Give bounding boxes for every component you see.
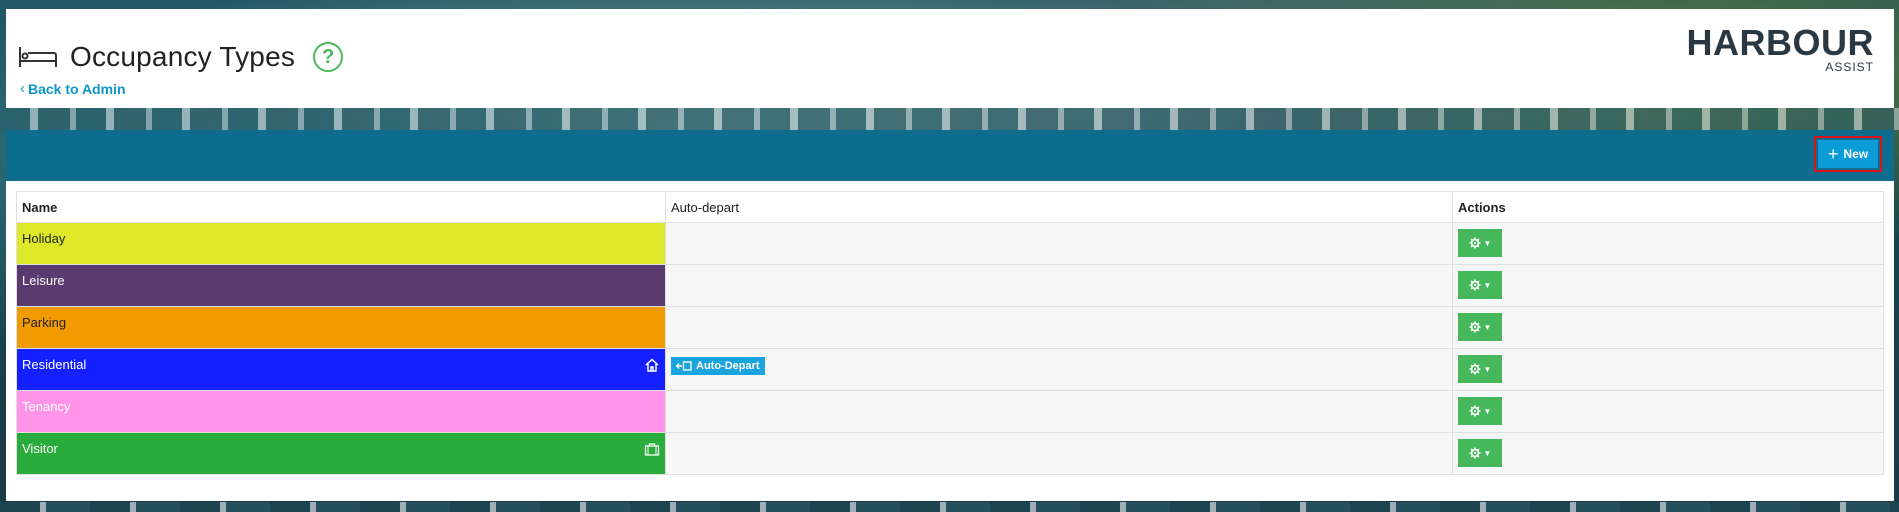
auto-depart-badge-label: Auto-Depart — [696, 360, 760, 372]
table-row: Holiday ▼ — [16, 222, 1884, 265]
back-to-admin-link[interactable]: ‹ Back to Admin — [20, 80, 126, 97]
actions-cell: ▼ — [1452, 432, 1884, 475]
column-header-name: Name — [16, 191, 666, 223]
help-circle-icon[interactable]: ? — [313, 42, 344, 72]
occupancy-types-table: Name Auto-depart Actions Holiday ▼ Leisure… — [16, 191, 1884, 475]
caret-down-icon: ▼ — [1483, 448, 1492, 458]
caret-down-icon: ▼ — [1483, 406, 1492, 416]
title-row: Occupancy Types ? — [18, 41, 344, 73]
occupancy-name-cell: Tenancy — [16, 390, 666, 433]
background-image-bottom — [0, 502, 1899, 512]
occupancy-name: Leisure — [22, 273, 65, 288]
harbour-assist-logo: HARBOUR ASSIST — [1686, 22, 1875, 74]
occupancy-name: Tenancy — [22, 399, 71, 414]
gear-icon — [1469, 363, 1481, 375]
gear-icon — [1469, 405, 1481, 417]
new-button-highlight: + New — [1814, 136, 1882, 172]
new-button-label: New — [1843, 147, 1869, 161]
actions-cell: ▼ — [1452, 390, 1884, 433]
plus-icon: + — [1827, 144, 1839, 164]
gear-icon — [1469, 237, 1481, 249]
briefcase-icon — [644, 442, 660, 456]
auto-depart-cell — [665, 264, 1453, 307]
gear-icon — [1469, 321, 1481, 333]
gear-icon — [1469, 447, 1481, 459]
auto-depart-cell — [665, 432, 1453, 475]
row-actions-button[interactable]: ▼ — [1458, 313, 1502, 341]
table-row: Tenancy ▼ — [16, 390, 1884, 433]
caret-down-icon: ▼ — [1483, 280, 1492, 290]
occupancy-name-cell: Parking — [16, 306, 666, 349]
actions-cell: ▼ — [1452, 348, 1884, 391]
home-icon — [644, 358, 660, 372]
new-button[interactable]: + New — [1818, 140, 1878, 168]
bed-icon — [19, 47, 57, 67]
table-header-row: Name Auto-depart Actions — [16, 191, 1884, 223]
page-header: Occupancy Types ? ‹ Back to Admin HARBOU… — [6, 9, 1894, 108]
actions-cell: ▼ — [1452, 264, 1884, 307]
row-actions-button[interactable]: ▼ — [1458, 229, 1502, 257]
caret-down-icon: ▼ — [1483, 364, 1492, 374]
auto-depart-cell — [665, 390, 1453, 433]
back-to-admin-label: Back to Admin — [28, 80, 126, 97]
auto-depart-badge: Auto-Depart — [671, 357, 765, 375]
auto-depart-cell — [665, 306, 1453, 349]
actions-cell: ▼ — [1452, 306, 1884, 349]
occupancy-name-cell: Leisure — [16, 264, 666, 307]
column-header-actions: Actions — [1452, 191, 1884, 223]
occupancy-name: Residential — [22, 357, 87, 372]
chevron-left-icon: ‹ — [20, 80, 25, 97]
occupancy-name-cell: Visitor — [16, 432, 666, 475]
occupancy-types-panel: + New Name Auto-depart Actions Holiday ▼ L… — [6, 130, 1894, 501]
auto-depart-cell — [665, 222, 1453, 265]
auto-depart-cell: Auto-Depart — [665, 348, 1453, 391]
page-title: Occupancy Types — [70, 41, 296, 72]
row-actions-button[interactable]: ▼ — [1458, 439, 1502, 467]
actions-cell: ▼ — [1452, 222, 1884, 265]
background-image-strip — [0, 108, 1899, 130]
table-row: Leisure ▼ — [16, 264, 1884, 307]
row-actions-button[interactable]: ▼ — [1458, 355, 1502, 383]
row-actions-button[interactable]: ▼ — [1458, 271, 1502, 299]
table-row: Residential Auto-Depart ▼ — [16, 348, 1884, 391]
occupancy-name: Holiday — [22, 231, 66, 246]
table-row: Parking ▼ — [16, 306, 1884, 349]
occupancy-name: Visitor — [22, 441, 58, 456]
occupancy-name: Parking — [22, 315, 67, 330]
caret-down-icon: ▼ — [1483, 238, 1492, 248]
row-actions-button[interactable]: ▼ — [1458, 397, 1502, 425]
depart-arrow-icon — [676, 361, 692, 371]
logo-main-text: HARBOUR — [1686, 22, 1874, 63]
occupancy-name-cell: Holiday — [16, 222, 666, 265]
occupancy-name-cell: Residential — [16, 348, 666, 391]
caret-down-icon: ▼ — [1483, 322, 1492, 332]
panel-toolbar: + New — [6, 130, 1894, 181]
table-row: Visitor ▼ — [16, 432, 1884, 475]
column-header-auto-depart: Auto-depart — [665, 191, 1453, 223]
gear-icon — [1469, 279, 1481, 291]
